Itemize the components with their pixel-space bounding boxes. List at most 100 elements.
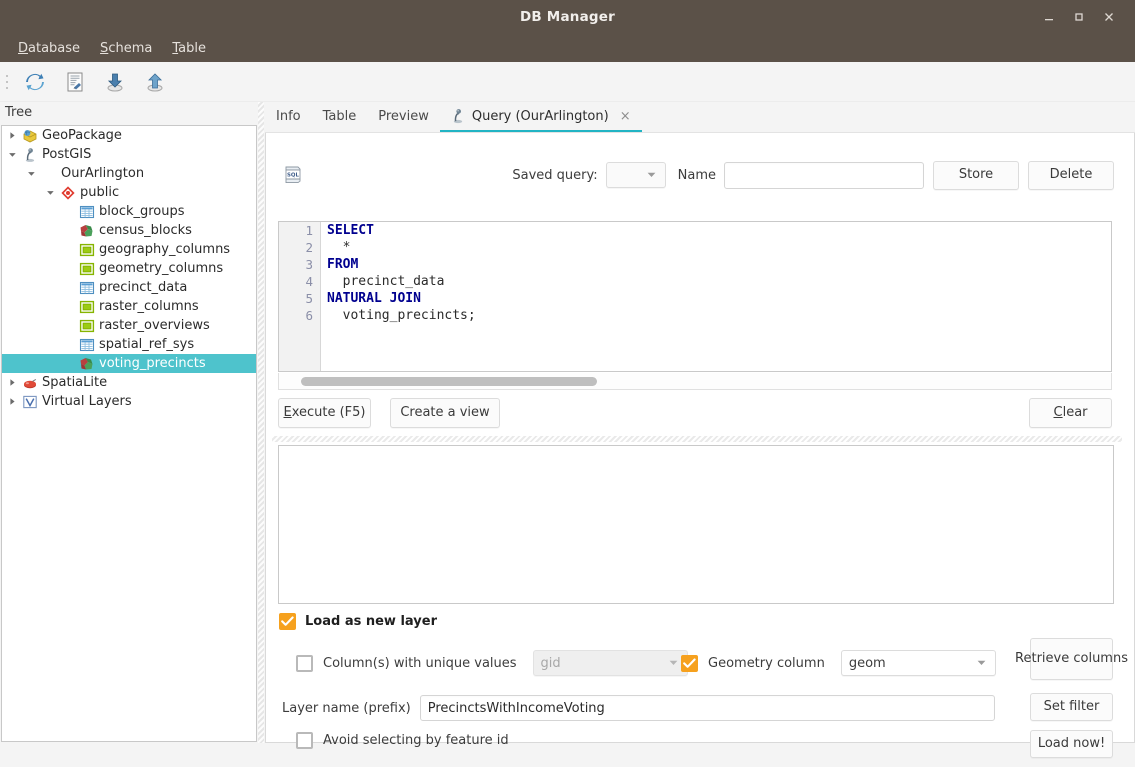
load-now-button[interactable]: Load now! [1030, 730, 1113, 758]
sql-code[interactable]: SELECT * FROM precinct_data NATURAL JOIN v… [327, 222, 1111, 371]
unique-values-combo-value: gid [540, 655, 561, 671]
title-bar: DB Manager [0, 0, 1135, 34]
tree-item-label: public [80, 185, 120, 200]
sql-file-icon: SQL [276, 163, 310, 187]
minimize-icon[interactable] [1043, 11, 1057, 23]
close-icon[interactable] [1103, 11, 1117, 23]
avoid-feature-id-row: Avoid selecting by feature id [296, 732, 509, 749]
execute-mnemonic: E [283, 404, 292, 420]
saved-query-combo[interactable] [605, 162, 666, 188]
create-view-button[interactable]: Create a view [390, 398, 500, 428]
tab-table[interactable]: Table [312, 102, 368, 132]
chevron-right-icon[interactable] [4, 378, 20, 387]
view-icon [77, 318, 97, 334]
delete-button[interactable]: Delete [1028, 160, 1114, 190]
export-layer-icon[interactable] [138, 66, 172, 98]
execute-button[interactable]: Execute (F5) [278, 398, 371, 428]
line-number: 2 [305, 240, 313, 255]
tree-item-label: GeoPackage [42, 128, 122, 143]
tree-item-label: block_groups [99, 204, 185, 219]
line-number: 3 [305, 257, 313, 272]
db-manager-window: DB Manager Database Schema Table Tree Ge… [0, 0, 1135, 767]
sql-text: precinct_data [327, 274, 445, 289]
tab-query-close-icon[interactable]: × [620, 109, 631, 124]
sql-editor-hscroll-track[interactable] [278, 373, 1112, 390]
tree-item-precinct-data[interactable]: precinct_data [2, 278, 256, 297]
tree-item-virtual-layers[interactable]: Virtual Layers [2, 392, 256, 411]
vector-layer-icon [77, 223, 97, 239]
tree-item-spatial-ref-sys[interactable]: spatial_ref_sys [2, 335, 256, 354]
tree-item-raster-columns[interactable]: raster_columns [2, 297, 256, 316]
tab-info[interactable]: Info [265, 102, 312, 132]
tree-item-geography-columns[interactable]: geography_columns [2, 240, 256, 259]
tab-table-label: Table [322, 108, 357, 124]
tree-item-geopackage[interactable]: GeoPackage [2, 126, 256, 145]
load-as-new-layer-checkbox[interactable] [279, 613, 296, 630]
geometry-column-checkbox[interactable] [681, 654, 698, 672]
refresh-icon[interactable] [18, 66, 52, 98]
chevron-right-icon[interactable] [4, 131, 20, 140]
toolbar-drag-handle[interactable] [2, 69, 12, 95]
name-label: Name [677, 167, 716, 183]
tree-item-census-blocks[interactable]: census_blocks [2, 221, 256, 240]
menu-schema-rest: chema [108, 40, 153, 56]
line-number: 6 [305, 308, 313, 323]
tree-item-label: PostGIS [42, 147, 92, 162]
set-filter-button[interactable]: Set filter [1030, 693, 1113, 721]
geometry-column-combo[interactable]: geom [840, 650, 996, 676]
tree-item-label: OurArlington [61, 166, 145, 181]
code-line: FROM [327, 256, 1111, 273]
clear-button[interactable]: Clear [1029, 398, 1112, 428]
chevron-down-icon[interactable] [23, 169, 39, 178]
chevron-down-icon[interactable] [4, 150, 20, 159]
geopackage-icon [20, 128, 40, 144]
layer-name-input[interactable] [419, 695, 995, 721]
menu-table[interactable]: Table [164, 38, 214, 59]
tree-item-label: Virtual Layers [42, 394, 132, 409]
vertical-splitter[interactable] [258, 102, 264, 743]
import-layer-icon[interactable] [98, 66, 132, 98]
query-header-row: SQL Saved query: Name Store Delete [266, 155, 1124, 195]
line-number-gutter: 1 2 3 4 5 6 [279, 222, 321, 371]
store-button[interactable]: Store [933, 160, 1019, 190]
tab-info-label: Info [276, 108, 301, 124]
tree-item-block-groups[interactable]: block_groups [2, 202, 256, 221]
tree-item-spatialite[interactable]: SpatiaLite [2, 373, 256, 392]
avoid-feature-id-checkbox[interactable] [296, 732, 313, 749]
tab-preview[interactable]: Preview [367, 102, 440, 132]
tree-item-voting-precincts[interactable]: voting_precincts [2, 354, 256, 373]
tree-item-label: census_blocks [99, 223, 192, 238]
tree-list[interactable]: GeoPackage PostGIS OurArlington public block… [1, 125, 257, 742]
menu-bar: Database Schema Table [0, 34, 1135, 62]
tree-item-public[interactable]: public [2, 183, 256, 202]
tree-item-label: precinct_data [99, 280, 188, 295]
chevron-down-icon[interactable] [42, 188, 58, 197]
maximize-icon[interactable] [1073, 11, 1087, 23]
sql-window-icon[interactable] [58, 66, 92, 98]
sql-editor-hscroll-thumb[interactable] [301, 377, 597, 386]
tab-query[interactable]: Query (OurArlington) × [439, 102, 642, 132]
menu-database-rest: atabase [28, 40, 81, 56]
unique-values-combo[interactable]: gid [532, 650, 688, 676]
code-line: voting_precincts; [327, 307, 1111, 324]
tree-item-postgis[interactable]: PostGIS [2, 145, 256, 164]
tree-item-geometry-columns[interactable]: geometry_columns [2, 259, 256, 278]
tree-panel-title: Tree [5, 105, 33, 120]
menu-schema[interactable]: Schema [92, 38, 160, 59]
sql-editor[interactable]: 1 2 3 4 5 6 SELECT * FROM precinct_data NATURAL… [278, 221, 1112, 372]
unique-values-checkbox[interactable] [296, 654, 313, 672]
sql-keyword: NATURAL JOIN [327, 291, 421, 306]
menu-database[interactable]: Database [10, 38, 88, 59]
query-name-input[interactable] [724, 161, 924, 189]
retrieve-columns-button[interactable]: Retrieve columns [1015, 638, 1128, 680]
layer-name-label: Layer name (prefix) [282, 700, 411, 716]
chevron-right-icon[interactable] [4, 397, 20, 406]
tree-item-ourarlington[interactable]: OurArlington [2, 164, 256, 183]
load-as-new-layer-label: Load as new layer [305, 614, 437, 629]
horizontal-splitter[interactable] [272, 436, 1122, 442]
postgis-icon [20, 147, 40, 163]
tree-item-raster-overviews[interactable]: raster_overviews [2, 316, 256, 335]
toolbar [0, 62, 1135, 102]
results-table[interactable] [278, 445, 1114, 604]
code-line: SELECT [327, 222, 1111, 239]
